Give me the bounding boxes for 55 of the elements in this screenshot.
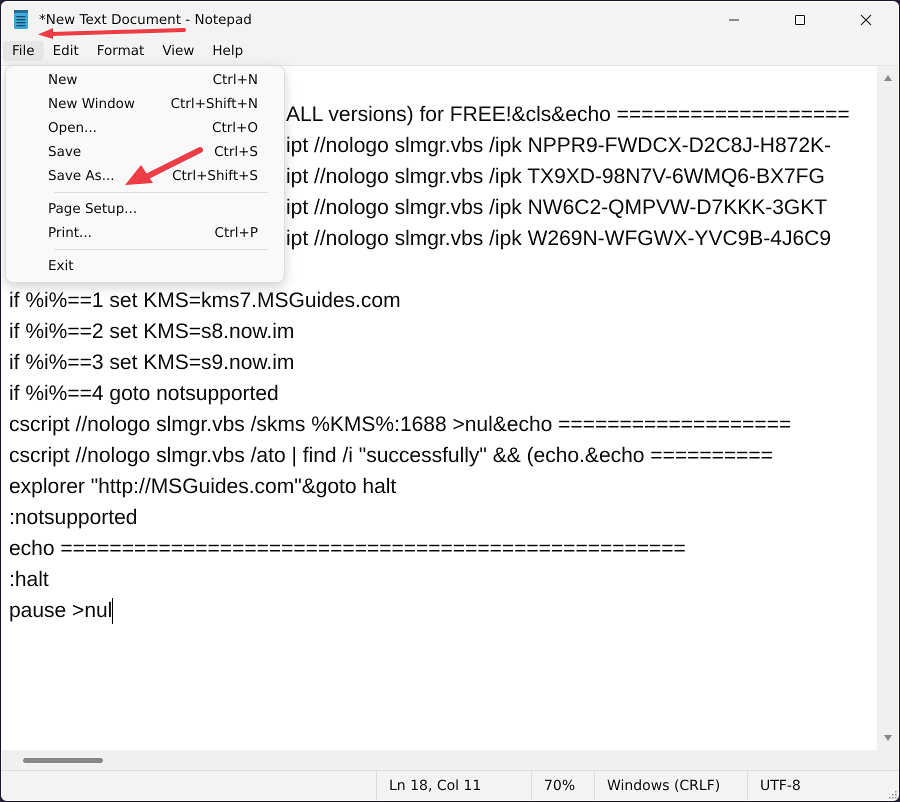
close-icon[interactable] [860, 14, 872, 26]
menu-item[interactable]: Open... Ctrl+O [6, 116, 284, 140]
menu-bar-item[interactable]: Edit [44, 41, 88, 61]
code-line: echo =================================================== [9, 536, 687, 562]
menu-item[interactable]: Save Ctrl+S [6, 140, 284, 164]
menu-item[interactable]: New Window Ctrl+Shift+N [6, 92, 284, 116]
menu-item[interactable]: Save As... Ctrl+Shift+S [6, 164, 284, 188]
code-line: cscript //nologo slmgr.vbs /skms %KMS%:1688 >nul&echo =================== [9, 412, 792, 438]
menu-item[interactable]: Print... Ctrl+P [6, 221, 284, 245]
menu-bar-item[interactable]: Format [88, 41, 154, 61]
maximize-icon[interactable] [794, 14, 806, 26]
status-bar-field: 70% [531, 771, 594, 801]
code-line: pause >nul [9, 595, 877, 626]
shortcut-label: Ctrl+Shift+S [172, 168, 258, 184]
shortcut-label: Ctrl+Shift+N [170, 96, 258, 112]
menu-item-label: Print... [48, 225, 92, 241]
notepad-icon [13, 10, 29, 30]
shortcut-label: Ctrl+S [214, 144, 258, 160]
code-line: explorer "http://MSGuides.com"&goto halt [9, 474, 398, 500]
menu-item-label: New [48, 72, 78, 88]
menu-item[interactable]: Exit [6, 254, 284, 278]
shortcut-label: Ctrl+O [212, 120, 258, 136]
code-line: ALL versions) for FREE!&cls&echo =================== [286, 102, 851, 128]
window-title: *New Text Document - Notepad [39, 12, 252, 28]
code-line: if %i%==1 set KMS=kms7.MSGuides.com [9, 288, 402, 314]
scroll-down-icon[interactable] [883, 734, 893, 742]
resize-grip-icon[interactable] [887, 789, 897, 799]
code-line: ipt //nologo slmgr.vbs /ipk TX9XD-98N7V-6WMQ6-BX7FG [286, 164, 826, 190]
menu-bar-item[interactable]: Help [203, 41, 252, 61]
code-line: ipt //nologo slmgr.vbs /ipk NPPR9-FWDCX-D2C8J-H872K- [286, 133, 832, 159]
code-line: ipt //nologo slmgr.vbs /ipk NW6C2-QMPVW-D7KKK-3GKT [286, 195, 828, 221]
menu-bar-item[interactable]: File [3, 41, 44, 61]
shortcut-label: Ctrl+P [214, 225, 258, 241]
status-bar-field: Ln 18, Col 11 [376, 771, 531, 801]
menu-item-label: Save [48, 144, 82, 160]
code-line: :notsupported [9, 505, 138, 531]
scroll-up-icon[interactable] [883, 74, 893, 82]
code-line: if %i%==4 goto notsupported [9, 381, 280, 407]
horizontal-scrollbar-thumb[interactable] [23, 758, 103, 762]
code-line: cscript //nologo slmgr.vbs /ato | find /i "successfully" && (echo.&echo ========== [9, 443, 774, 469]
menu-item-label: Save As... [48, 168, 115, 184]
menu-item-label: Exit [48, 258, 74, 274]
code-line: if %i%==3 set KMS=s9.now.im [9, 350, 296, 376]
status-bar-field: Windows (CRLF) [594, 771, 747, 801]
code-line: :halt [9, 567, 50, 593]
menu-item-label: Open... [48, 120, 97, 136]
menu-item-label: Page Setup... [48, 201, 138, 217]
code-line: if %i%==2 set KMS=s8.now.im [9, 319, 296, 345]
text-cursor [112, 598, 114, 624]
menu-item[interactable]: Page Setup... [6, 197, 284, 221]
menu-item[interactable]: New Ctrl+N [6, 68, 284, 92]
menu-bar-item[interactable]: View [153, 41, 204, 61]
menu-item-label: New Window [48, 96, 135, 112]
code-line: ipt //nologo slmgr.vbs /ipk W269N-WFGWX-YVC9B-4J6C9 [286, 226, 832, 252]
shortcut-label: Ctrl+N [212, 72, 258, 88]
